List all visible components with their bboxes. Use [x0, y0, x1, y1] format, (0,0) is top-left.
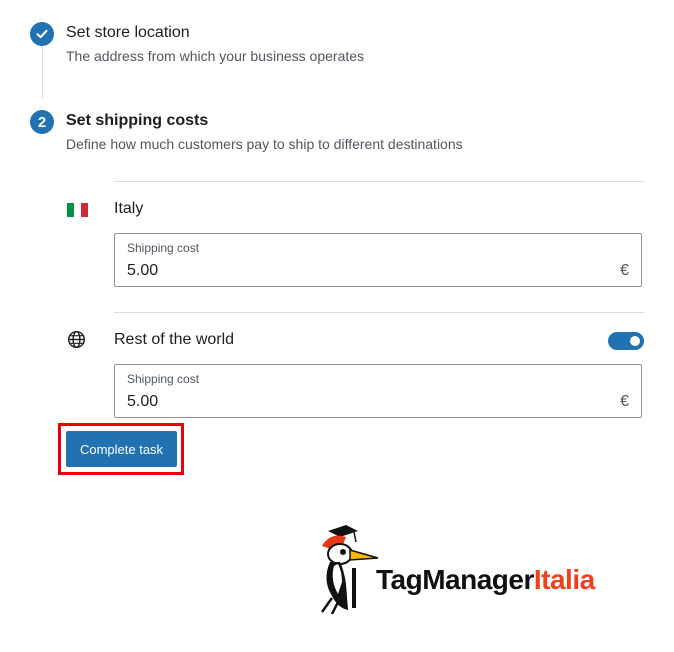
italy-flag-icon — [67, 203, 88, 217]
step-connector-line — [42, 46, 43, 98]
shipping-cost-value[interactable]: 5.00 — [127, 393, 158, 411]
currency-suffix: € — [620, 262, 629, 279]
currency-suffix: € — [620, 393, 629, 410]
shipping-cost-label: Shipping cost — [127, 241, 200, 255]
region-label-rest-of-world: Rest of the world — [114, 331, 235, 348]
rest-of-world-toggle[interactable] — [608, 332, 644, 350]
toggle-knob — [630, 336, 640, 346]
globe-icon — [67, 330, 86, 349]
step-2-number-badge: 2 — [30, 110, 54, 134]
logo-text-tagmanager: TagManager — [376, 564, 534, 595]
step-1-description: The address from which your business ope… — [66, 48, 365, 64]
shipping-cost-value[interactable]: 5.00 — [127, 262, 158, 280]
italy-shipping-cost-input[interactable]: Shipping cost 5.00 € — [114, 233, 642, 287]
divider — [114, 181, 644, 182]
woodpecker-mascot-icon — [320, 525, 379, 615]
region-label-italy: Italy — [114, 200, 144, 217]
logo-text-italia: Italia — [533, 564, 595, 595]
rest-of-world-shipping-cost-input[interactable]: Shipping cost 5.00 € — [114, 364, 642, 418]
step-1-title[interactable]: Set store location — [66, 24, 190, 42]
shipping-cost-label: Shipping cost — [127, 372, 200, 386]
tagmanageritalia-logo: TagManagerItalia — [316, 524, 636, 616]
step-2-description: Define how much customers pay to ship to… — [66, 136, 463, 152]
divider — [114, 312, 644, 313]
complete-task-button[interactable]: Complete task — [66, 431, 177, 467]
step-completed-check-icon — [30, 22, 54, 46]
step-2-title: Set shipping costs — [66, 112, 209, 129]
